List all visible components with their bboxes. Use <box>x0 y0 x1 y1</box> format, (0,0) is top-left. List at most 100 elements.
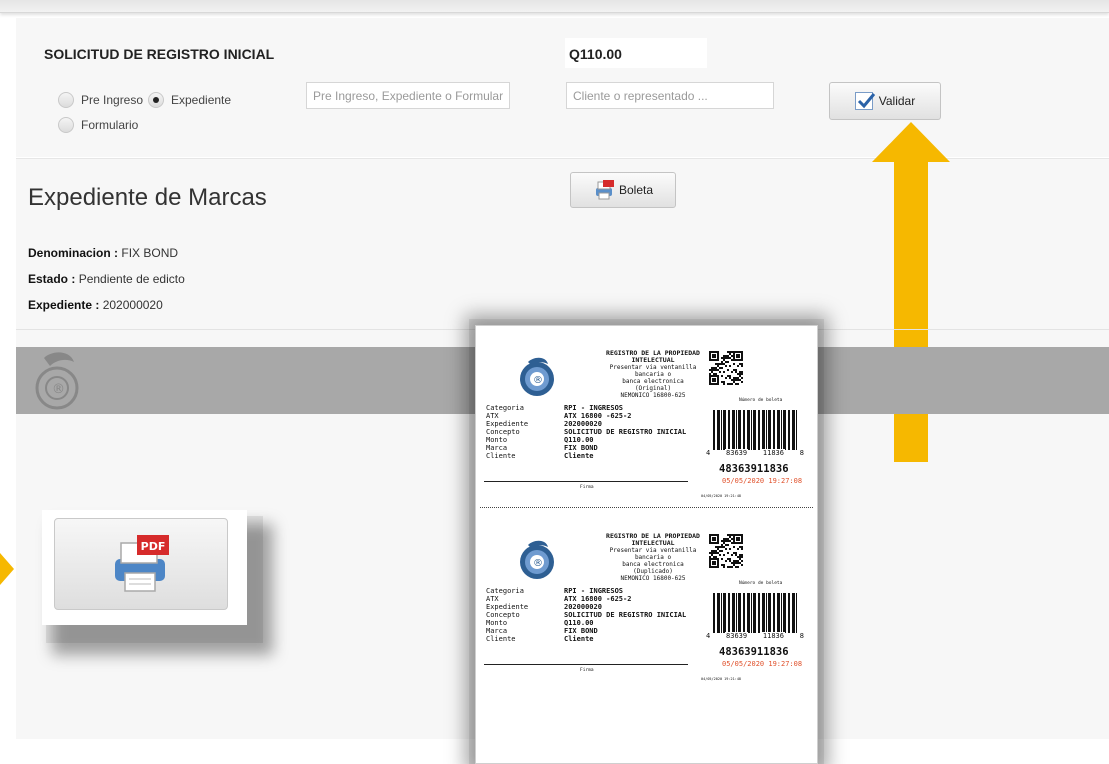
barcode-digit-group: 83639 <box>725 449 749 457</box>
boleta-date: 05/05/2020 19:27:08 <box>722 477 803 485</box>
field-denominacion: Denominacion : FIX BOND <box>28 246 178 260</box>
client-input[interactable] <box>566 82 774 109</box>
seal-logo-icon: ® <box>520 540 554 579</box>
barcode-digit-group: 8 <box>798 632 805 640</box>
slip-header-line: INTELECTUAL <box>631 356 675 364</box>
field-denominacion-value: FIX BOND <box>121 246 179 260</box>
slip-row-label: ATX <box>486 595 499 603</box>
radio-pre-ingreso-dot[interactable] <box>58 92 74 108</box>
slip-row-label: Marca <box>486 444 508 452</box>
top-bar <box>0 0 1109 13</box>
print-date: 04/05/2020 19:21:48 <box>701 494 742 498</box>
slip-row: Concepto SOLICITUD DE REGISTRO INICIAL <box>486 428 686 436</box>
slip-row-value: FIX BOND <box>564 627 598 635</box>
boleta-slip: ® REGISTRO DE LA PROPIEDAD INTELECTUAL Pres… <box>476 509 819 681</box>
svg-text:®: ® <box>533 375 543 386</box>
barcode-icon <box>713 593 797 633</box>
validate-button-label: Validar <box>878 94 916 108</box>
slip-details: Categoria RPI - INGRESOS ATX ATX 16800 -625… <box>486 587 686 643</box>
slip-header: REGISTRO DE LA PROPIEDAD INTELECTUAL Prese… <box>594 533 712 583</box>
slip-row-value: Q110.00 <box>564 619 594 627</box>
slip-row: Categoria RPI - INGRESOS <box>486 587 686 595</box>
slip-header-line: NEMONICO 16800-625 <box>620 575 686 582</box>
field-estado-value: Pendiente de edicto <box>78 272 185 286</box>
radio-expediente[interactable]: Expediente <box>148 92 231 108</box>
barcode-digits: 4 83639 11836 8 <box>705 632 805 640</box>
slip-header-line: NEMONICO 16800-625 <box>620 392 686 399</box>
slip-row-value: RPI - INGRESOS <box>564 404 624 412</box>
slip-row: Categoria RPI - INGRESOS <box>486 404 686 412</box>
slip-header-line: (Duplicado) <box>633 568 673 575</box>
svg-text:®: ® <box>52 382 65 397</box>
slip-row: Cliente Cliente <box>486 635 686 643</box>
slip-row-value: 202000020 <box>564 420 602 428</box>
slip-row-label: Categoria <box>486 587 524 595</box>
pdf-badge: PDF <box>141 540 166 553</box>
barcode-digit-group: 8 <box>798 449 805 457</box>
slip-row-label: Cliente <box>486 635 516 643</box>
slip-row-label: Categoria <box>486 404 524 412</box>
slip-row: Monto Q110.00 <box>486 619 686 627</box>
boleta-number: 48363911836 <box>719 463 789 475</box>
barcode-digit-group: 83639 <box>725 632 749 640</box>
slip-row-label: Marca <box>486 627 508 635</box>
radio-pre-ingreso[interactable]: Pre Ingreso <box>58 92 143 108</box>
signature-line <box>484 664 688 665</box>
check-icon <box>854 92 875 110</box>
slip-row-label: ATX <box>486 412 499 420</box>
boleta-button[interactable]: Boleta <box>570 172 676 208</box>
slip-row-value: Q110.00 <box>564 436 594 444</box>
boleta-slip: ® REGISTRO DE LA PROPIEDAD INTELECTUAL Pres… <box>476 326 819 498</box>
perforation-line <box>480 507 813 508</box>
slip-row: Concepto SOLICITUD DE REGISTRO INICIAL <box>486 611 686 619</box>
form-title: SOLICITUD DE REGISTRO INICIAL <box>44 46 275 62</box>
field-denominacion-label: Denominacion : <box>28 246 119 260</box>
validate-button[interactable]: Validar <box>829 82 941 120</box>
amount-value: Q110.00 <box>565 38 707 68</box>
slip-row-label: Monto <box>486 436 508 444</box>
slip-row: Monto Q110.00 <box>486 436 686 444</box>
slip-header-line: Presentar via ventanilla bancaria o <box>609 364 697 378</box>
printer-pdf-icon-large: PDF <box>115 535 169 592</box>
printer-pdf-icon <box>593 179 615 201</box>
boleta-button-label: Boleta <box>618 183 654 197</box>
slip-row-label: Monto <box>486 619 508 627</box>
search-input[interactable] <box>306 82 510 109</box>
slip-row-label: Concepto <box>486 428 520 436</box>
slip-row: Cliente Cliente <box>486 452 686 460</box>
slip-header-line: INTELECTUAL <box>631 539 675 547</box>
boleta-number-label: Número de boleta <box>739 581 783 586</box>
radio-formulario-dot[interactable] <box>58 117 74 133</box>
slip-row: ATX ATX 16800 -625-2 <box>486 412 686 420</box>
slip-row: Expediente 202000020 <box>486 603 686 611</box>
qr-code-icon <box>709 534 743 568</box>
slip-row-value: ATX 16800 -625-2 <box>564 412 632 420</box>
slip-row-value: ATX 16800 -625-2 <box>564 595 632 603</box>
barcode-digit-group: 11836 <box>761 449 785 457</box>
slip-header-line: Presentar via ventanilla bancaria o <box>609 547 697 561</box>
print-date: 04/05/2020 19:21:48 <box>701 677 742 681</box>
radio-formulario[interactable]: Formulario <box>58 117 138 133</box>
slip-row-value: Cliente <box>564 635 594 643</box>
seal-logo-icon: ® <box>520 357 554 396</box>
field-expediente-value: 202000020 <box>102 298 163 312</box>
slip-row-value: Cliente <box>564 452 594 460</box>
field-expediente-label: Expediente : <box>28 298 100 312</box>
slip-row-value: RPI - INGRESOS <box>564 587 624 595</box>
slip-row-label: Expediente <box>486 420 529 428</box>
boleta-number-label: Número de boleta <box>739 398 783 403</box>
slip-header-line: banca electronica <box>622 561 684 568</box>
slip-row: Marca FIX BOND <box>486 627 686 635</box>
radio-expediente-dot[interactable] <box>148 92 164 108</box>
boleta-preview: ® REGISTRO DE LA PROPIEDAD INTELECTUAL Pres… <box>475 325 818 764</box>
radio-pre-ingreso-label: Pre Ingreso <box>81 93 144 107</box>
slip-header-line: banca electronica <box>622 378 684 385</box>
seal-logo-icon: ® <box>35 352 79 410</box>
slip-row-value: FIX BOND <box>564 444 598 452</box>
barcode-digit-group: 11836 <box>761 632 785 640</box>
slip-row: Expediente 202000020 <box>486 420 686 428</box>
slip-header-line: (Original) <box>634 385 672 392</box>
barcode-digits: 4 83639 11836 8 <box>705 449 805 457</box>
barcode-icon <box>713 410 797 450</box>
signature-label: Firma <box>580 485 594 490</box>
